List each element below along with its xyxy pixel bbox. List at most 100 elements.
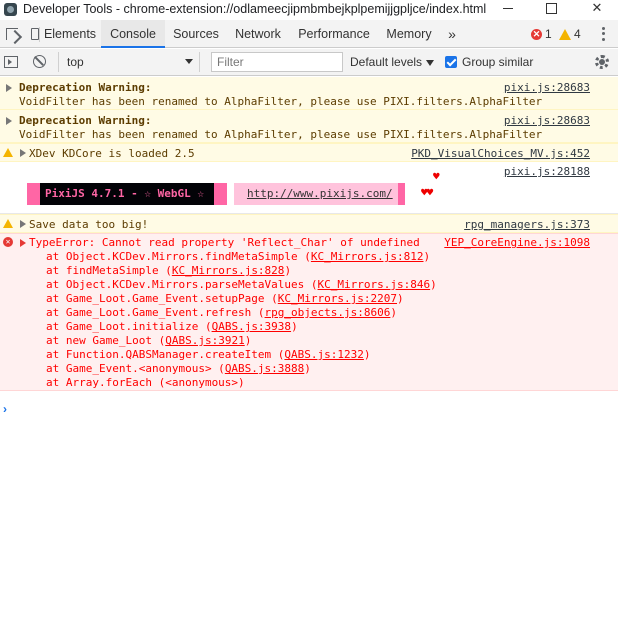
- close-icon[interactable]: ✕: [583, 0, 611, 16]
- title-bar: Developer Tools - chrome-extension://odl…: [0, 0, 618, 18]
- console-prompt[interactable]: ›: [3, 402, 7, 416]
- stack-frame-text: at Game_Loot.Game_Event.setupPage (: [46, 292, 278, 305]
- stack-frame-text: at new Game_Loot (: [46, 334, 166, 347]
- stack-frame-suffix: ): [423, 250, 431, 263]
- minimize-icon[interactable]: [494, 0, 522, 16]
- warning-count: 4: [574, 27, 581, 41]
- tab-network[interactable]: Network: [228, 20, 288, 48]
- chevron-down-icon: [185, 59, 193, 64]
- stack-frame-suffix: ): [390, 306, 398, 319]
- stack-frame: at Game_Loot.Game_Event.refresh (rpg_obj…: [46, 306, 437, 320]
- stack-frame: at Game_Event.<anonymous> (QABS.js:3888): [46, 362, 437, 376]
- console-messages: Deprecation Warning: VoidFilter has been…: [0, 77, 618, 391]
- source-link[interactable]: pixi.js:28683: [504, 114, 590, 127]
- maximize-icon[interactable]: [537, 0, 565, 16]
- stack-frame: at Object.KCDev.Mirrors.findMetaSimple (…: [46, 250, 437, 264]
- more-tabs-button[interactable]: »: [442, 20, 462, 48]
- more-options-icon[interactable]: [598, 26, 608, 42]
- clear-console-icon[interactable]: [33, 55, 46, 68]
- console-toolbar: top Default levels Group similar: [0, 49, 618, 76]
- error-count: 1: [545, 27, 552, 41]
- expand-arrow-icon[interactable]: [20, 149, 26, 157]
- save-data-warning[interactable]: Save data too big! rpg_managers.js:373: [0, 214, 618, 233]
- message-text: XDev KDCore is loaded 2.5: [29, 147, 195, 160]
- expand-arrow-icon[interactable]: [20, 220, 26, 228]
- stack-frame-link[interactable]: QABS.js:3938: [212, 320, 291, 333]
- source-link[interactable]: pixi.js:28683: [504, 81, 590, 94]
- tab-sources[interactable]: Sources: [167, 20, 225, 48]
- message-body: VoidFilter has been renamed to AlphaFilt…: [19, 128, 543, 141]
- devtools-app-icon: [4, 2, 17, 16]
- pixi-link[interactable]: http://www.pixijs.com/: [233, 183, 398, 205]
- stack-frame-suffix: ): [291, 320, 298, 333]
- source-link[interactable]: pixi.js:28188: [504, 165, 590, 178]
- error-headline: TypeError: Cannot read property 'Reflect…: [29, 236, 420, 249]
- show-sidebar-icon[interactable]: [4, 56, 18, 68]
- error-icon: ✕: [531, 28, 542, 40]
- stack-trace: at Object.KCDev.Mirrors.findMetaSimple (…: [46, 250, 437, 390]
- warning-icon: [559, 28, 571, 40]
- type-error-message[interactable]: ✕ TypeError: Cannot read property 'Refle…: [0, 233, 618, 391]
- pixi-banner: PixiJS 4.7.1 - ☆ WebGL ☆ http://www.pixi…: [27, 183, 405, 205]
- expand-arrow-icon[interactable]: [6, 117, 12, 125]
- tab-memory[interactable]: Memory: [380, 20, 438, 48]
- stack-frame-link[interactable]: rpg_objects.js:8606: [265, 306, 391, 319]
- tab-performance[interactable]: Performance: [294, 20, 374, 48]
- chevron-down-icon: [426, 59, 435, 66]
- source-link[interactable]: PKD_VisualChoices_MV.js:452: [411, 147, 590, 160]
- stack-frame: at Game_Loot.Game_Event.setupPage (KC_Mi…: [46, 292, 437, 306]
- warning-count-badge[interactable]: 4: [559, 27, 581, 41]
- stack-frame-text: at Game_Event.<anonymous> (: [46, 362, 225, 375]
- stack-frame: at Function.QABSManager.createItem (QABS…: [46, 348, 437, 362]
- context-value: top: [67, 55, 84, 69]
- stack-frame-link[interactable]: QABS.js:3921: [165, 334, 244, 347]
- stack-frame: at new Game_Loot (QABS.js:3921): [46, 334, 437, 348]
- warning-icon: [3, 219, 13, 228]
- deprecation-warning-1[interactable]: Deprecation Warning: VoidFilter has been…: [0, 77, 618, 110]
- stack-frame: at findMetaSimple (KC_Mirrors.js:828): [46, 264, 437, 278]
- inspect-element-icon[interactable]: [0, 20, 24, 48]
- stack-frame-suffix: ): [244, 334, 252, 347]
- stack-frame-suffix: ): [284, 264, 292, 277]
- devtools-tab-bar: Elements Console Sources Network Perform…: [0, 20, 618, 48]
- filter-input[interactable]: [211, 52, 343, 72]
- source-link[interactable]: rpg_managers.js:373: [464, 218, 590, 231]
- expand-arrow-icon[interactable]: [20, 239, 26, 247]
- stack-frame: at Game_Loot.initialize (QABS.js:3938): [46, 320, 437, 334]
- group-similar-toggle[interactable]: Group similar: [445, 55, 533, 69]
- source-link[interactable]: YEP_CoreEngine.js:1098: [444, 236, 590, 249]
- expand-arrow-icon[interactable]: [6, 84, 12, 92]
- console-settings-icon[interactable]: [595, 55, 609, 69]
- tab-elements[interactable]: Elements: [40, 20, 100, 48]
- message-body: VoidFilter has been renamed to AlphaFilt…: [19, 95, 543, 108]
- log-levels-dropdown[interactable]: Default levels: [350, 55, 435, 69]
- deprecation-warning-2[interactable]: Deprecation Warning: VoidFilter has been…: [0, 110, 618, 143]
- group-similar-label: Group similar: [462, 55, 534, 69]
- stack-frame-link[interactable]: KC_Mirrors.js:846: [318, 278, 431, 291]
- stack-frame-link[interactable]: KC_Mirrors.js:828: [172, 264, 285, 277]
- stack-frame-link[interactable]: KC_Mirrors.js:2207: [278, 292, 397, 305]
- stack-frame-link[interactable]: QABS.js:3888: [225, 362, 304, 375]
- stack-frame-text: at Game_Loot.initialize (: [46, 320, 212, 333]
- stack-frame-text: at Object.KCDev.Mirrors.parseMetaValues …: [46, 278, 318, 291]
- message-text: Save data too big!: [29, 218, 149, 231]
- stack-frame-text: at findMetaSimple (: [46, 264, 172, 277]
- stack-frame: at Array.forEach (<anonymous>): [46, 376, 437, 390]
- stack-frame-text: at Game_Loot.Game_Event.refresh (: [46, 306, 265, 319]
- log-levels-label: Default levels: [350, 55, 423, 69]
- stack-frame-text: at Array.forEach (<anonymous>): [46, 376, 245, 389]
- pixi-banner-message: pixi.js:28188 PixiJS 4.7.1 - ☆ WebGL ☆ h…: [0, 162, 618, 214]
- context-selector[interactable]: top: [58, 52, 200, 72]
- stack-frame-text: at Function.QABSManager.createItem (: [46, 348, 285, 361]
- heart-icon: ♥: [433, 170, 440, 183]
- stack-frame-link[interactable]: KC_Mirrors.js:812: [311, 250, 424, 263]
- stack-frame-link[interactable]: QABS.js:1232: [284, 348, 363, 361]
- window-title: Developer Tools - chrome-extension://odl…: [23, 2, 487, 16]
- message-title: Deprecation Warning:: [19, 114, 152, 127]
- kdcore-warning[interactable]: XDev KDCore is loaded 2.5 PKD_VisualChoi…: [0, 143, 618, 162]
- stack-frame-text: at Object.KCDev.Mirrors.findMetaSimple (: [46, 250, 311, 263]
- error-count-badge[interactable]: ✕ 1: [531, 27, 552, 41]
- tab-console[interactable]: Console: [101, 20, 165, 48]
- stack-frame-suffix: ): [397, 292, 404, 305]
- group-similar-checkbox[interactable]: [445, 56, 457, 68]
